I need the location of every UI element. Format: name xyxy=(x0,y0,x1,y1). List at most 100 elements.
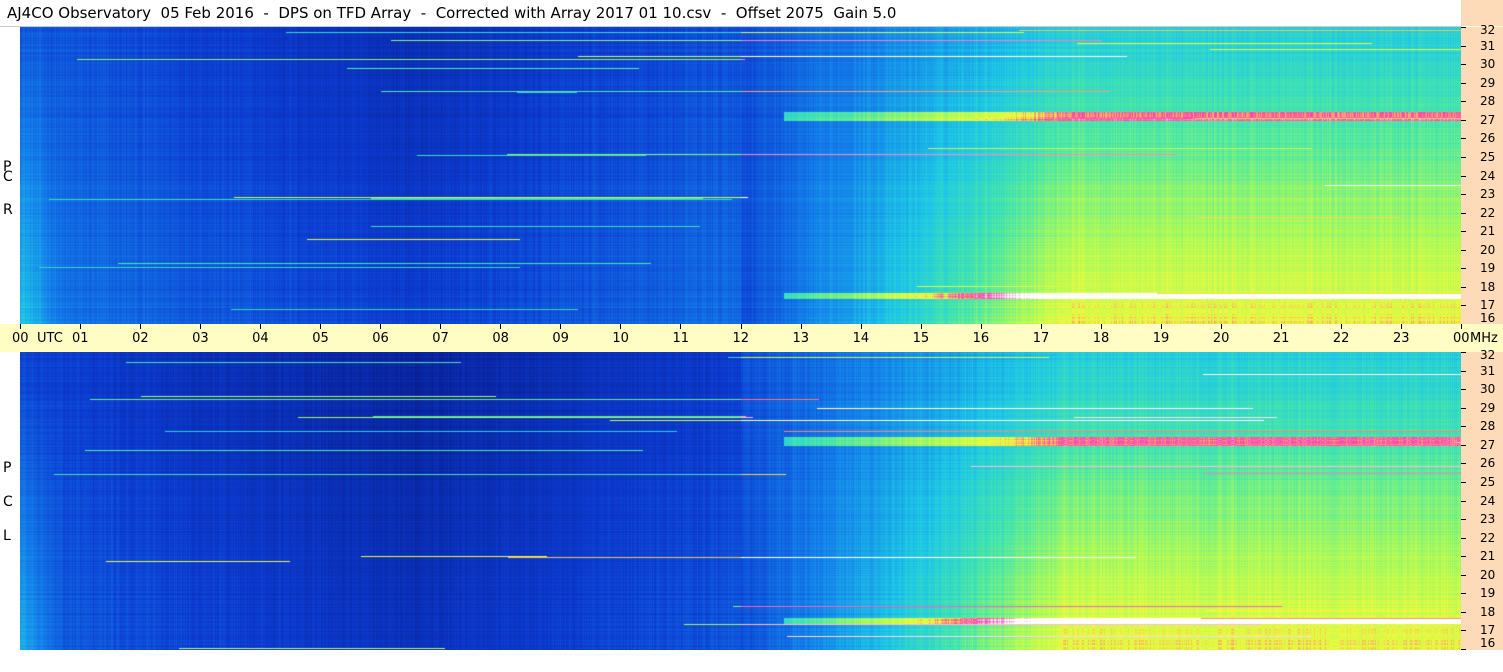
time-tick-label: 20 xyxy=(1212,331,1230,346)
freq-tick-line xyxy=(1461,389,1466,391)
freq-tick-label: 26 xyxy=(1480,456,1496,471)
freq-tick-line xyxy=(1461,101,1466,103)
freq-tick-line xyxy=(1461,593,1466,595)
time-tick-label: 08 xyxy=(492,331,509,346)
freq-tick-label: 24 xyxy=(1480,168,1496,183)
freq-tick-label: 32 xyxy=(1480,23,1496,37)
time-tick-line xyxy=(1160,324,1162,329)
time-tick-label: 07 xyxy=(432,331,449,346)
time-tick-label: 05 xyxy=(312,331,329,346)
pol-letter: P xyxy=(3,460,12,476)
time-tick-label: 04 xyxy=(252,331,269,346)
freq-tick-line xyxy=(1461,574,1466,576)
freq-tick-line xyxy=(1461,286,1466,288)
freq-tick-label: 25 xyxy=(1480,149,1496,164)
time-tick-label: 13 xyxy=(792,331,810,346)
freq-tick-line xyxy=(1461,500,1466,502)
freq-tick-line xyxy=(1461,370,1466,372)
time-tick-label: 16 xyxy=(972,331,990,346)
time-axis: 00 01 02 03 04 05 06 07 08 09 10 11 12 13 14 15 16 17 18 19… xyxy=(0,324,1503,352)
time-tick-label: 19 xyxy=(1152,331,1170,346)
freq-tick-label: 22 xyxy=(1480,205,1496,220)
time-tick-line xyxy=(260,324,262,329)
freq-tick-line xyxy=(1461,249,1466,251)
freq-tick-line xyxy=(1461,426,1466,428)
time-tick-line xyxy=(680,324,682,329)
title-bar: AJ4CO Observatory 05 Feb 2016 - DPS on T… xyxy=(0,0,1461,27)
time-tick-line xyxy=(860,324,862,329)
time-tick-label: 21 xyxy=(1272,331,1290,346)
freq-tick-label: 16 xyxy=(1480,636,1496,650)
freq-tick-label: 21 xyxy=(1480,549,1496,564)
time-tick-label: 15 xyxy=(912,331,930,346)
freq-tick-line xyxy=(1461,64,1466,66)
time-tick-label: 22 xyxy=(1332,331,1350,346)
pol-letter: R xyxy=(3,202,13,218)
freq-tick-label: 22 xyxy=(1480,530,1496,545)
frequency-axis-top: 32 31 30 29 28 27 26 25 24 23 22 21 20 19 18 17 16 xyxy=(1461,23,1503,325)
freq-tick-label: 17 xyxy=(1480,623,1496,638)
freq-tick-line xyxy=(1461,352,1466,353)
freq-tick-line xyxy=(1461,444,1466,446)
freq-tick-label: 32 xyxy=(1480,348,1496,362)
time-tick-label: 00 xyxy=(1453,331,1470,346)
time-tick-label: 18 xyxy=(1092,331,1110,346)
time-tick-label: 09 xyxy=(552,331,569,346)
freq-tick-line xyxy=(1461,556,1466,558)
frequency-axis-bottom: 32 31 30 29 28 27 26 25 24 23 22 21 20 19 18 17 16 xyxy=(1461,348,1503,650)
time-tick-label: 10 xyxy=(612,331,629,346)
freq-tick-line xyxy=(1461,611,1466,613)
freq-tick-label: 20 xyxy=(1480,567,1496,582)
freq-tick-label: 31 xyxy=(1480,363,1496,378)
time-tick-label: 14 xyxy=(852,331,870,346)
freq-tick-label: 20 xyxy=(1480,242,1496,257)
time-tick-line xyxy=(1340,324,1342,329)
freq-tick-label: 23 xyxy=(1480,187,1496,202)
freq-unit-label: MHz xyxy=(1470,331,1498,346)
pol-letter: L xyxy=(3,528,11,544)
freq-tick-line xyxy=(1461,119,1466,121)
freq-tick-line xyxy=(1461,156,1466,158)
time-tick-label: 06 xyxy=(372,331,389,346)
bottom-margin xyxy=(0,650,1503,672)
time-tick-line xyxy=(320,324,322,329)
time-tick-line xyxy=(200,324,202,329)
freq-tick-line xyxy=(1461,138,1466,140)
freq-tick-label: 30 xyxy=(1480,57,1496,72)
time-tick-line xyxy=(1400,324,1402,329)
freq-tick-label: 18 xyxy=(1480,279,1496,294)
freq-tick-label: 17 xyxy=(1480,298,1496,313)
lcp-label-strip: P C L xyxy=(0,352,20,650)
freq-tick-label: 27 xyxy=(1480,112,1496,127)
pol-letter: C xyxy=(3,494,13,510)
time-tick-label: 02 xyxy=(132,331,149,346)
time-tick-line xyxy=(440,324,442,329)
time-tick-label: 12 xyxy=(732,331,750,346)
freq-tick-line xyxy=(1461,630,1466,632)
time-tick-label: 01 xyxy=(72,331,89,346)
freq-tick-label: 23 xyxy=(1480,512,1496,527)
freq-tick-line xyxy=(1461,537,1466,539)
lcp-spectrogram xyxy=(20,352,1461,650)
time-unit-label: UTC xyxy=(37,331,63,346)
time-tick-line xyxy=(920,324,922,329)
time-tick-line xyxy=(800,324,802,329)
time-tick-line xyxy=(560,324,562,329)
time-tick-label: 17 xyxy=(1032,331,1050,346)
freq-tick-label: 26 xyxy=(1480,131,1496,146)
time-tick-line xyxy=(1461,324,1462,329)
freq-tick-label: 27 xyxy=(1480,437,1496,452)
freq-tick-label: 19 xyxy=(1480,261,1496,276)
freq-tick-line xyxy=(1461,305,1466,307)
pol-letter: C xyxy=(3,169,13,185)
freq-tick-line xyxy=(1461,175,1466,177)
freq-tick-line xyxy=(1461,481,1466,483)
time-tick-line xyxy=(380,324,382,329)
time-tick-line xyxy=(620,324,622,329)
rcp-spectrogram xyxy=(20,27,1461,325)
freq-tick-label: 25 xyxy=(1480,474,1496,489)
time-tick-line xyxy=(140,324,142,329)
freq-tick-label: 29 xyxy=(1480,400,1496,415)
time-tick-label: 11 xyxy=(672,331,689,346)
freq-tick-line xyxy=(1461,407,1466,409)
